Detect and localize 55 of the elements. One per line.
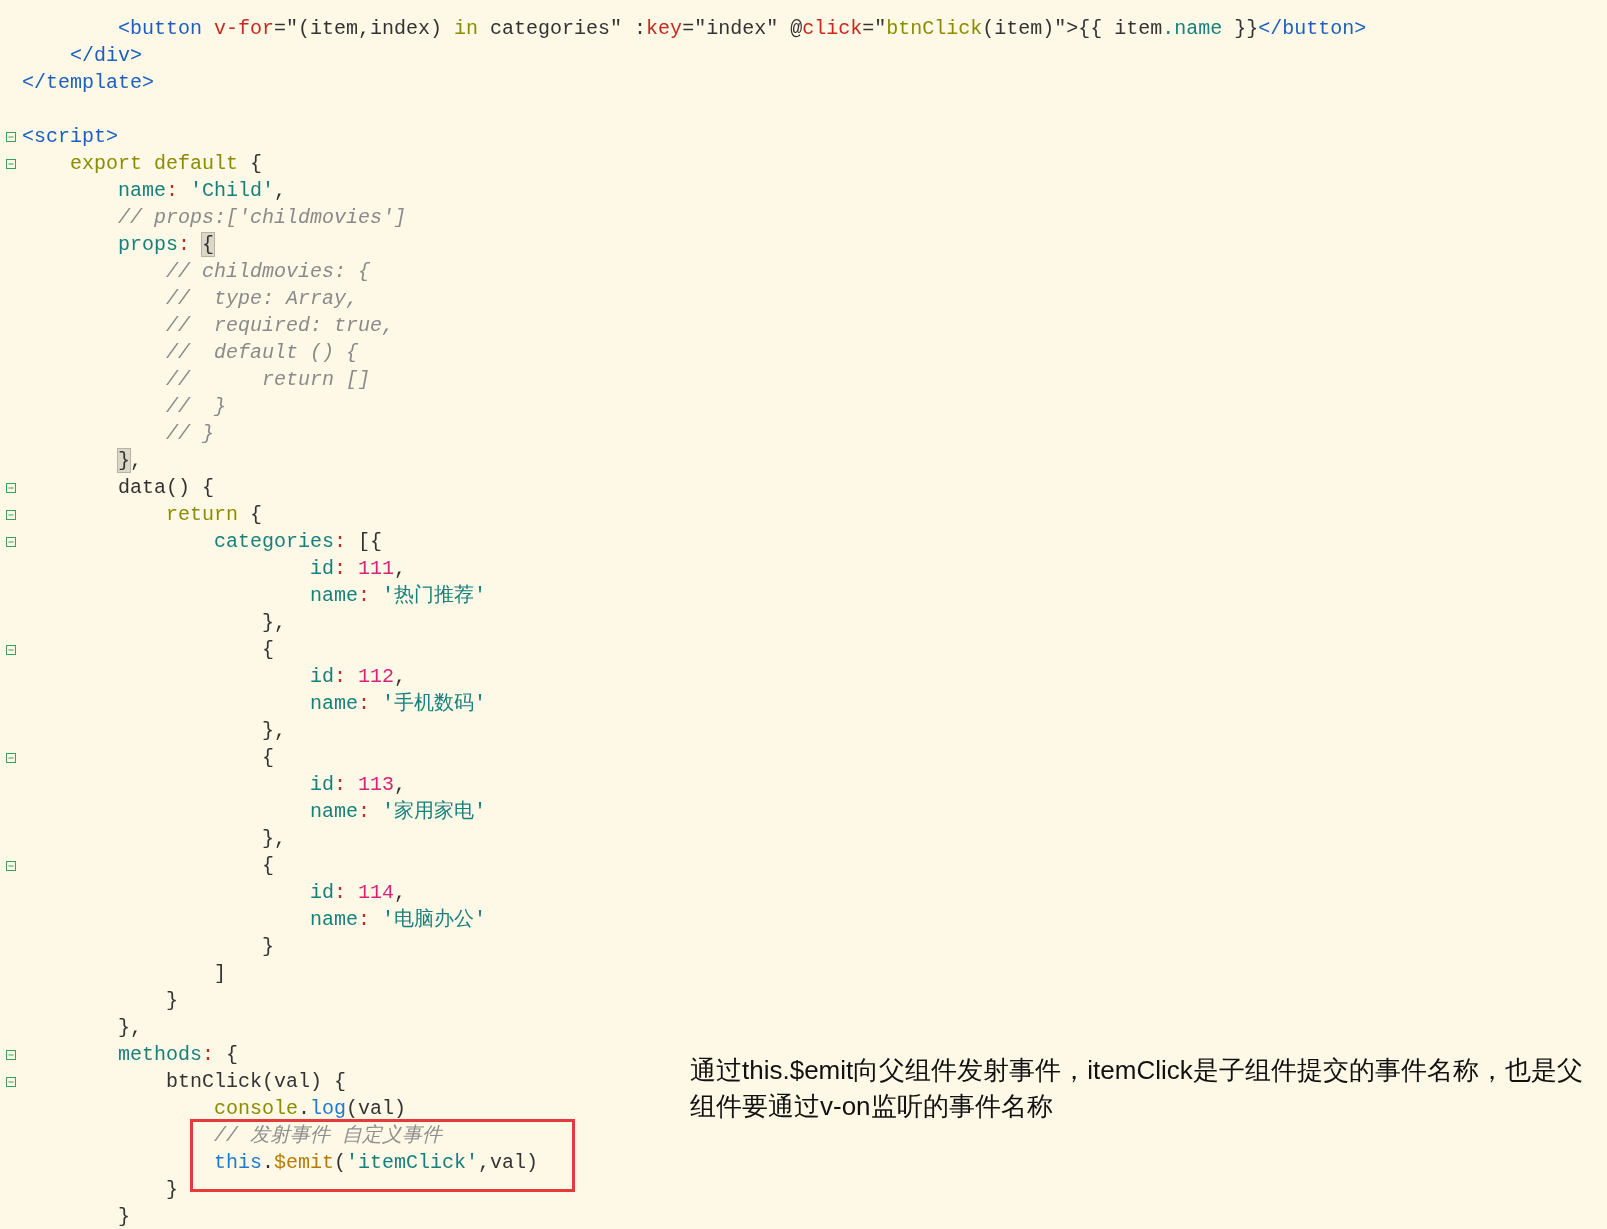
- code-line: name: '手机数码': [310, 691, 487, 717]
- code-line: },: [118, 448, 143, 474]
- code-line: return {: [166, 502, 263, 528]
- code-line: methods: {: [118, 1042, 239, 1068]
- code-line: // default () {: [166, 340, 359, 366]
- code-line: ]: [214, 961, 226, 987]
- code-line: {: [262, 853, 274, 879]
- code-line: // type: Array,: [166, 286, 359, 312]
- code-line: // }: [166, 421, 214, 447]
- code-line: name: '热门推荐': [310, 583, 487, 609]
- code-line: name: '电脑办公': [310, 907, 487, 933]
- code-line: </template>: [22, 70, 155, 96]
- code-line: name: '家用家电': [310, 799, 487, 825]
- collapse-icon[interactable]: [6, 536, 16, 547]
- code-line: id: 112,: [310, 664, 407, 690]
- code-line: </div>: [70, 43, 142, 69]
- code-line: <button v-for="(item,index) in categories" :key="index" @click="btnClick(item)">{{ item.name }}</button>: [118, 16, 1367, 42]
- code-line: {: [262, 745, 274, 771]
- code-line: },: [118, 1015, 142, 1041]
- collapse-icon[interactable]: [6, 752, 16, 763]
- code-line: id: 114,: [310, 880, 407, 906]
- code-line: }: [166, 1177, 178, 1203]
- code-line: },: [262, 826, 286, 852]
- collapse-icon[interactable]: [6, 482, 16, 493]
- code-line: },: [262, 610, 286, 636]
- collapse-icon[interactable]: [6, 860, 16, 871]
- code-line: this.$emit('itemClick',val): [214, 1150, 539, 1176]
- code-line: // required: true,: [166, 313, 395, 339]
- code-line: categories: [{: [214, 529, 383, 555]
- code-line: // 发射事件 自定义事件: [214, 1123, 442, 1149]
- code-line: },: [262, 718, 286, 744]
- code-line: props: {: [118, 232, 215, 258]
- code-line: }: [262, 934, 274, 960]
- code-line: export default {: [70, 151, 263, 177]
- code-line: // childmovies: {: [166, 259, 371, 285]
- collapse-icon[interactable]: [6, 1049, 16, 1060]
- collapse-icon[interactable]: [6, 644, 16, 655]
- code-line: console.log(val): [214, 1096, 407, 1122]
- code-line: <script>: [22, 124, 118, 150]
- code-line: // }: [166, 394, 226, 420]
- code-line: }: [166, 988, 178, 1014]
- code-line: id: 111,: [310, 556, 407, 582]
- code-line: id: 113,: [310, 772, 407, 798]
- collapse-icon[interactable]: [6, 131, 16, 142]
- code-line: name: 'Child',: [118, 178, 287, 204]
- code-line: data() {: [118, 475, 214, 501]
- collapse-icon[interactable]: [6, 1076, 16, 1087]
- annotation-text: 通过this.$emit向父组件发射事件，itemClick是子组件提交的事件名称，也是父组件要通过v-on监听的事件名称: [690, 1054, 1584, 1123]
- collapse-icon[interactable]: [6, 158, 16, 169]
- collapse-icon[interactable]: [6, 509, 16, 520]
- code-line: // return []: [166, 367, 371, 393]
- code-line: }: [118, 1204, 130, 1229]
- code-line: {: [262, 637, 274, 663]
- code-line: btnClick(val) {: [166, 1069, 347, 1095]
- code-line: // props:['childmovies']: [118, 205, 407, 231]
